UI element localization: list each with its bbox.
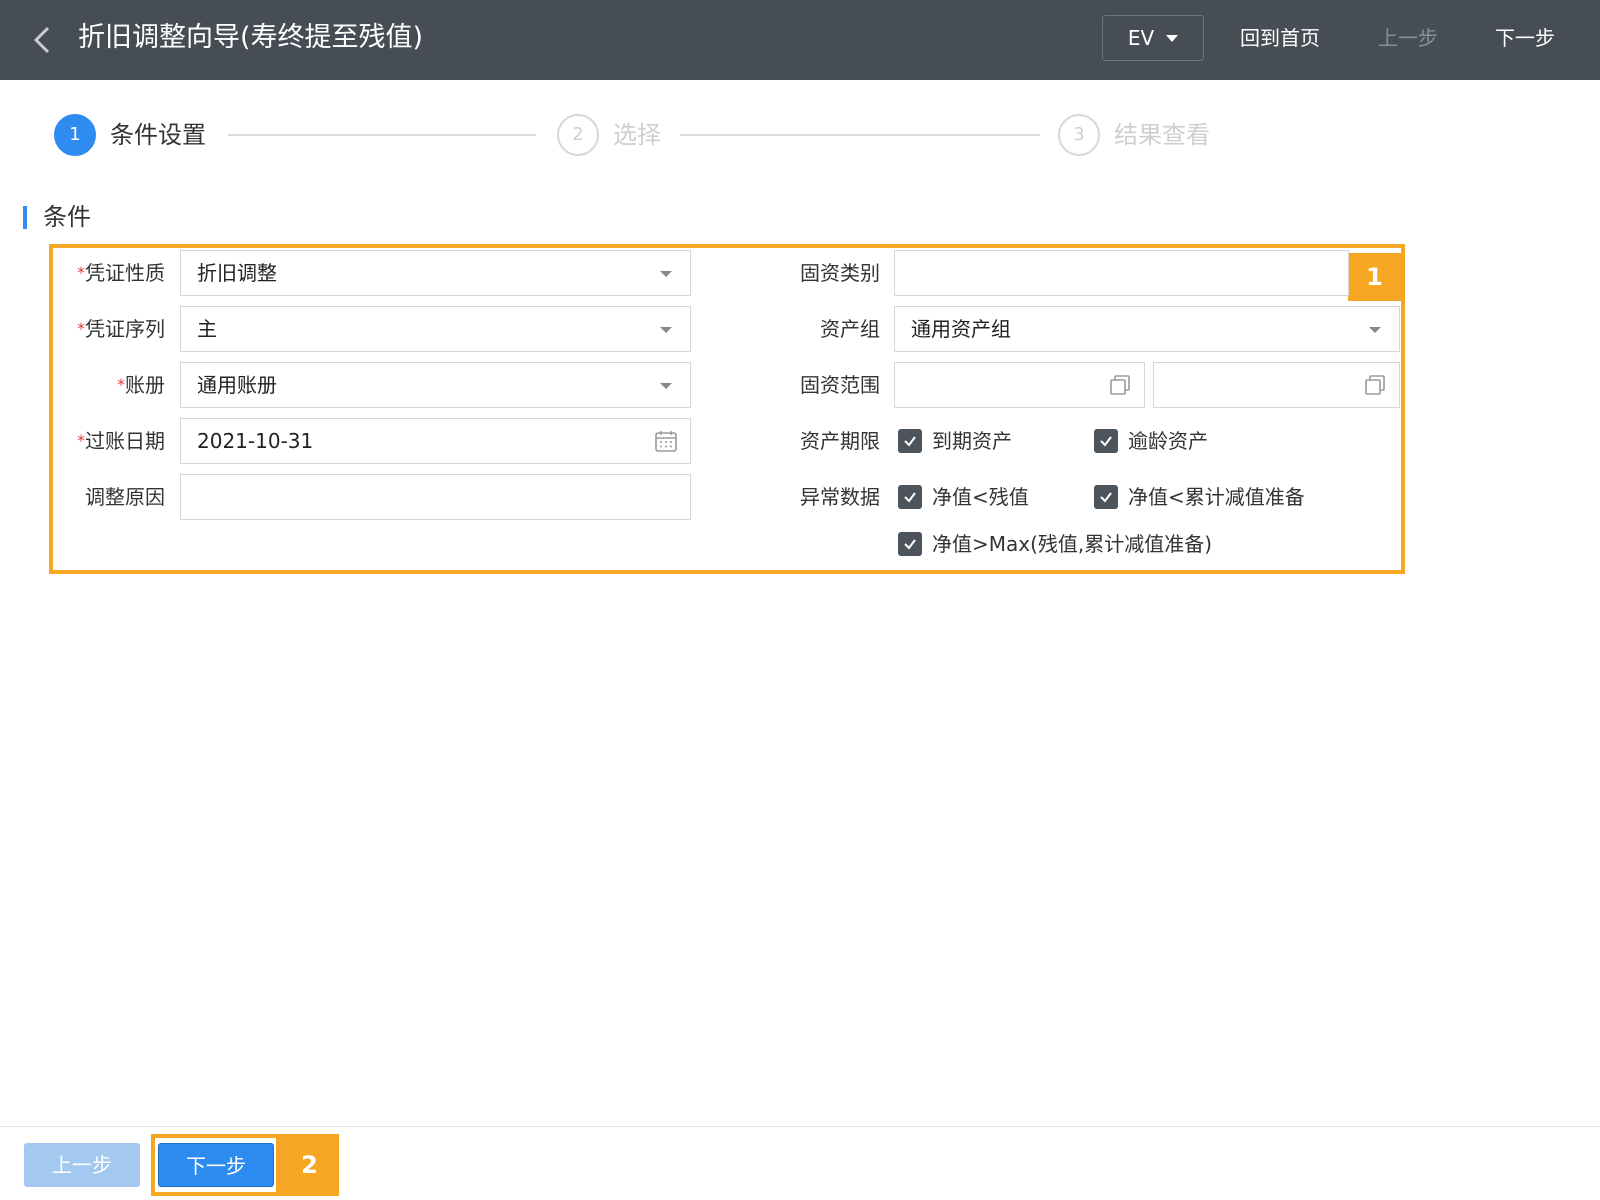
post-date-input[interactable]: 2021-10-31 (180, 418, 691, 464)
dropdown-arrow-icon (660, 271, 672, 277)
checkbox-label: 到期资产 (932, 429, 1012, 453)
dropdown-arrow-icon (660, 383, 672, 389)
asset-range-to-input[interactable] (1153, 362, 1400, 408)
header-prev-button[interactable]: 上一步 (1378, 22, 1438, 54)
asset-group-label: 资产组 (820, 317, 880, 341)
required-mark: * (77, 319, 85, 338)
top-bar: 折旧调整向导(寿终提至残值) EV 回到首页 上一步 下一步 (0, 0, 1600, 80)
asset-category-input[interactable] (894, 250, 1349, 296)
post-date-label-text: 过账日期 (85, 429, 165, 453)
dropdown-arrow-icon (1369, 327, 1381, 333)
book-value: 通用账册 (197, 373, 277, 397)
environment-value: EV (1127, 26, 1155, 50)
home-button[interactable]: 回到首页 (1240, 22, 1320, 54)
section-title: 条件 (43, 203, 91, 231)
footer-divider (0, 1126, 1600, 1127)
checkbox-checked-icon (898, 429, 922, 453)
voucher-seq-label-text: 凭证序列 (85, 317, 165, 341)
checkbox-label: 净值>Max(残值,累计减值准备) (932, 532, 1213, 556)
footer-prev-button[interactable]: 上一步 (24, 1143, 140, 1187)
asset-group-value: 通用资产组 (911, 317, 1011, 341)
required-mark: * (117, 375, 125, 394)
step-3-label: 结果查看 (1114, 121, 1210, 149)
lookup-icon[interactable] (1108, 373, 1132, 397)
checkbox-checked-icon (1094, 429, 1118, 453)
checkbox-net-lt-impairment[interactable]: 净值<累计减值准备 (1094, 482, 1305, 512)
voucher-seq-value: 主 (197, 317, 217, 341)
step-2-number: 2 (557, 114, 599, 156)
voucher-type-label-text: 凭证性质 (85, 261, 165, 285)
checkbox-overage-assets[interactable]: 逾龄资产 (1094, 426, 1208, 456)
post-date-value: 2021-10-31 (197, 429, 314, 453)
caret-down-icon (1166, 34, 1179, 42)
annotation-badge-1: 1 (1348, 253, 1401, 301)
voucher-type-value: 折旧调整 (197, 261, 277, 285)
asset-group-select[interactable]: 通用资产组 (894, 306, 1400, 352)
checkbox-label: 净值<累计减值准备 (1128, 485, 1305, 509)
book-label-text: 账册 (125, 373, 165, 397)
asset-term-label: 资产期限 (800, 429, 880, 453)
annotation-badge-2: 2 (280, 1134, 339, 1196)
checkbox-net-lt-salvage[interactable]: 净值<残值 (898, 482, 1029, 512)
step-1-label: 条件设置 (110, 121, 206, 149)
abnormal-data-label: 异常数据 (800, 485, 880, 509)
dropdown-arrow-icon (660, 327, 672, 333)
adjust-reason-label: 调整原因 (85, 485, 165, 509)
section-marker (23, 206, 27, 229)
back-arrow-icon[interactable] (28, 24, 58, 56)
voucher-type-select[interactable]: 折旧调整 (180, 250, 691, 296)
voucher-type-label: *凭证性质 (77, 258, 165, 288)
checkbox-net-gt-max[interactable]: 净值>Max(残值,累计减值准备) (898, 529, 1212, 559)
required-mark: * (77, 431, 85, 450)
step-connector (228, 134, 536, 136)
voucher-seq-label: *凭证序列 (77, 314, 165, 344)
checkbox-checked-icon (898, 532, 922, 556)
checkbox-checked-icon (898, 485, 922, 509)
step-connector (680, 134, 1040, 136)
post-date-label: *过账日期 (77, 426, 165, 456)
footer-next-button[interactable]: 下一步 (158, 1143, 274, 1187)
checkbox-label: 净值<残值 (932, 485, 1029, 509)
step-3-number: 3 (1058, 114, 1100, 156)
checkbox-checked-icon (1094, 485, 1118, 509)
book-label: *账册 (117, 370, 165, 400)
page-title: 折旧调整向导(寿终提至残值) (78, 22, 424, 53)
calendar-icon[interactable] (654, 429, 678, 453)
lookup-icon[interactable] (1363, 373, 1387, 397)
asset-range-label: 固资范围 (800, 373, 880, 397)
environment-select[interactable]: EV (1102, 15, 1204, 61)
voucher-seq-select[interactable]: 主 (180, 306, 691, 352)
checkbox-label: 逾龄资产 (1128, 429, 1208, 453)
checkbox-due-assets[interactable]: 到期资产 (898, 426, 1012, 456)
step-2-label: 选择 (613, 121, 661, 149)
book-select[interactable]: 通用账册 (180, 362, 691, 408)
adjust-reason-input[interactable] (180, 474, 691, 520)
required-mark: * (77, 263, 85, 282)
step-1-number: 1 (54, 114, 96, 156)
asset-range-from-input[interactable] (894, 362, 1145, 408)
header-next-button[interactable]: 下一步 (1495, 22, 1555, 54)
asset-category-label: 固资类别 (800, 261, 880, 285)
